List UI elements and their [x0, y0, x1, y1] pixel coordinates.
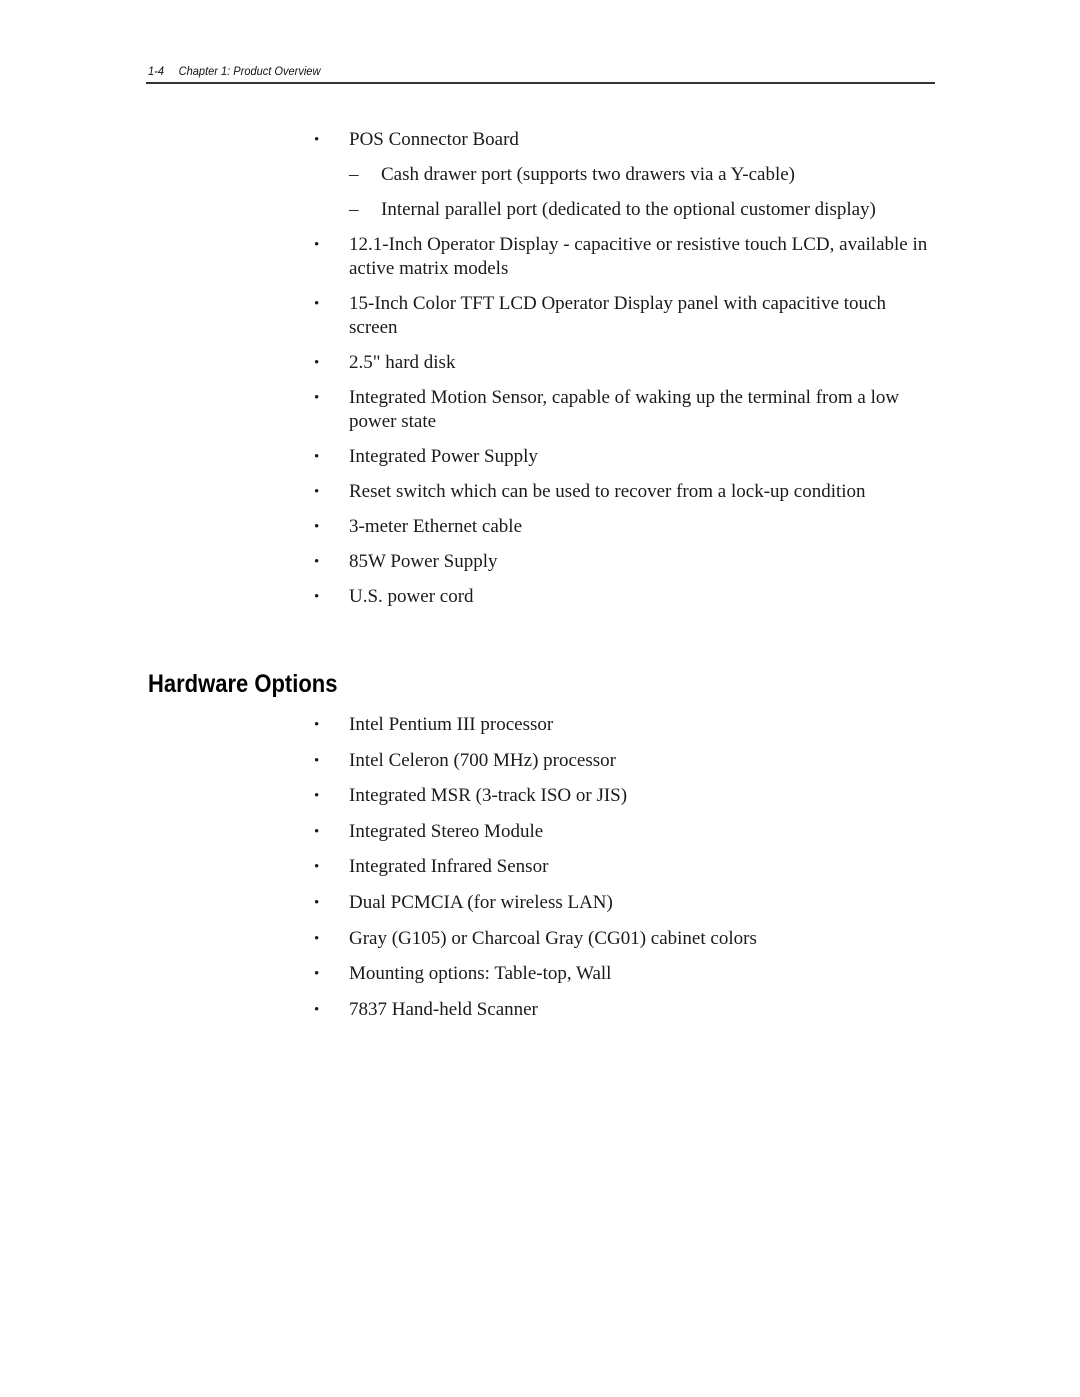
bullet-icon: •: [314, 1001, 320, 1018]
bullet-icon: •: [314, 894, 320, 911]
sub-list: – Cash drawer port (supports two drawers…: [349, 163, 939, 222]
list-item-text: 12.1-Inch Operator Display - capacitive …: [349, 234, 928, 279]
section-heading: Hardware Options: [148, 670, 338, 698]
list-item-text: 2.5" hard disk: [349, 352, 456, 373]
list-item-text: 85W Power Supply: [349, 551, 498, 572]
running-header: 1-4 Chapter 1: Product Overview: [148, 64, 871, 83]
list-item-text: 3-meter Ethernet cable: [349, 516, 523, 537]
list-item-text: POS Connector Board: [349, 129, 519, 150]
bullet-icon: •: [314, 966, 320, 983]
bullet-icon: •: [314, 296, 320, 312]
list-item: • 15-Inch Color TFT LCD Operator Display…: [314, 292, 939, 340]
list-item: • Mounting options: Table-top, Wall: [314, 962, 939, 986]
bullet-icon: •: [314, 717, 320, 733]
sub-list-item-text: Internal parallel port (dedicated to the…: [381, 199, 876, 220]
list-item: • 12.1-Inch Operator Display - capacitiv…: [314, 233, 939, 281]
bullet-icon: •: [314, 519, 320, 535]
hardware-options-list: • Intel Pentium III processor • Intel Ce…: [314, 713, 939, 1033]
list-item: • Gray (G105) or Charcoal Gray (CG01) ca…: [314, 927, 939, 951]
bullet-icon: •: [314, 449, 320, 465]
list-item-text: Integrated MSR (3-track ISO or JIS): [349, 785, 628, 807]
bullet-icon: •: [314, 237, 320, 253]
list-item-text: Integrated Stereo Module: [349, 820, 544, 842]
bullet-icon: •: [314, 390, 320, 406]
list-item: • Integrated Motion Sensor, capable of w…: [314, 386, 939, 434]
bullet-icon: •: [314, 589, 320, 605]
list-item: • Integrated MSR (3-track ISO or JIS): [314, 784, 939, 808]
list-item: • Intel Pentium III processor: [314, 713, 939, 737]
list-item-text: Dual PCMCIA (for wireless LAN): [349, 891, 613, 913]
dash-icon: –: [349, 164, 359, 185]
sub-list-item-text: Cash drawer port (supports two drawers v…: [381, 164, 795, 185]
bullet-icon: •: [314, 132, 320, 148]
sub-list-item: – Cash drawer port (supports two drawers…: [349, 163, 906, 187]
list-item-text: Integrated Power Supply: [349, 446, 538, 467]
list-item-text: Mounting options: Table-top, Wall: [349, 963, 612, 985]
bullet-icon: •: [314, 859, 320, 876]
list-item: • 85W Power Supply: [314, 550, 939, 574]
bullet-icon: •: [314, 788, 320, 805]
list-item: • 2.5" hard disk: [314, 351, 939, 375]
list-item: • Dual PCMCIA (for wireless LAN): [314, 891, 939, 915]
bullet-icon: •: [314, 484, 320, 500]
page-number: 1-4: [148, 64, 164, 78]
list-item-text: 15-Inch Color TFT LCD Operator Display p…: [349, 293, 886, 338]
list-item-text: Intel Celeron (700 MHz) processor: [349, 749, 616, 771]
list-item-text: Reset switch which can be used to recove…: [349, 481, 866, 502]
list-item: • 3-meter Ethernet cable: [314, 515, 939, 539]
bullet-icon: •: [314, 823, 320, 840]
bullet-icon: •: [314, 554, 320, 570]
list-item: • U.S. power cord: [314, 585, 939, 609]
list-item: • Integrated Power Supply: [314, 445, 939, 469]
list-item-text: Integrated Motion Sensor, capable of wak…: [349, 387, 900, 432]
feature-list: • POS Connector Board – Cash drawer port…: [314, 128, 939, 620]
dash-icon: –: [349, 199, 359, 220]
sub-list-item: – Internal parallel port (dedicated to t…: [349, 198, 906, 222]
list-item: • Reset switch which can be used to reco…: [314, 480, 939, 504]
list-item: • Integrated Stereo Module: [314, 820, 939, 844]
list-item-text: U.S. power cord: [349, 586, 474, 607]
bullet-icon: •: [314, 752, 320, 769]
list-item: • Intel Celeron (700 MHz) processor: [314, 749, 939, 773]
header-rule: [146, 82, 935, 84]
chapter-title: Chapter 1: Product Overview: [178, 64, 321, 78]
list-item: • POS Connector Board – Cash drawer port…: [314, 128, 939, 222]
list-item-text: Gray (G105) or Charcoal Gray (CG01) cabi…: [349, 927, 757, 949]
bullet-icon: •: [314, 355, 320, 371]
bullet-icon: •: [314, 930, 320, 947]
list-item: • 7837 Hand-held Scanner: [314, 998, 939, 1022]
list-item-text: 7837 Hand-held Scanner: [349, 998, 538, 1020]
list-item-text: Intel Pentium III processor: [349, 714, 554, 735]
list-item: • Integrated Infrared Sensor: [314, 855, 939, 879]
list-item-text: Integrated Infrared Sensor: [349, 856, 549, 878]
